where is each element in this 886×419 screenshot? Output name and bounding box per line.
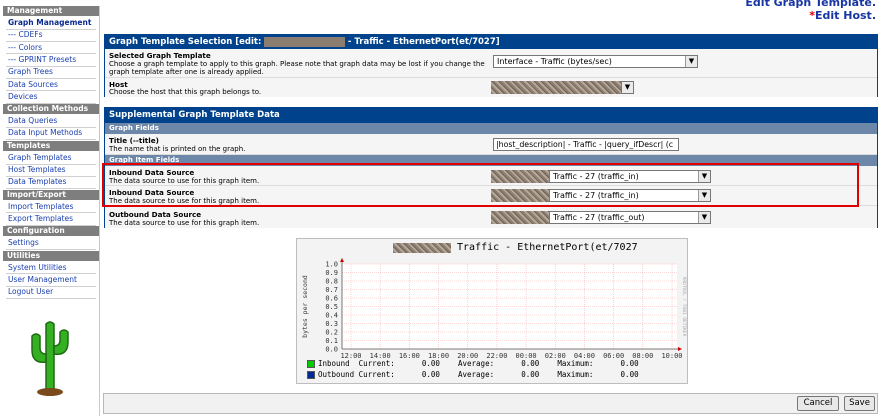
sidebar-divider (6, 297, 96, 299)
sidebar-item-user-management[interactable]: User Management (3, 275, 99, 285)
redacted-host-value (491, 81, 621, 94)
sidebar-item-colors[interactable]: --- Colors (3, 43, 99, 53)
graph-template-panel: Graph Template Selection [edit: XXXXXXXX… (104, 34, 878, 97)
redacted-source-prefix (491, 211, 549, 224)
graph-preview: Traffic - EthernetPort(et/7027 0.0 0.1 0.2… (296, 238, 688, 384)
sidebar-item-data-templates[interactable]: Data Templates (3, 177, 99, 187)
chevron-down-icon: ▼ (685, 56, 697, 67)
outbound-swatch (307, 371, 315, 379)
edit-host-link[interactable]: Edit Host. (815, 9, 876, 22)
sidebar-header: Configuration (3, 226, 99, 237)
cancel-button[interactable]: Cancel (797, 396, 839, 411)
y-axis-label: bytes per second (301, 275, 309, 338)
redacted-hostname: XXXXXXXXXXXX (264, 37, 345, 47)
sidebar-header: Utilities (3, 250, 99, 261)
sidebar-item-graph-templates[interactable]: Graph Templates (3, 153, 99, 163)
form-actions-bar (103, 393, 878, 414)
cactus-logo (31, 321, 69, 396)
sidebar-header: Import/Export (3, 189, 99, 200)
sidebar-header: Management (3, 6, 99, 16)
x-axis-arrow-icon (678, 347, 682, 351)
host-row: Host Choose the host that this graph bel… (105, 78, 877, 97)
x-tick-label: 10:00 (661, 352, 682, 360)
chevron-down-icon: ▼ (698, 212, 710, 223)
panel-title: Graph Template Selection [edit: XXXXXXXX… (105, 35, 877, 49)
sidebar-item-graph-trees[interactable]: Graph Trees (3, 67, 99, 77)
outbound-source-label: Outbound Data Source (109, 210, 202, 219)
title-field-desc: The name that is printed on the graph. (109, 145, 246, 153)
sidebar-item-cdefs[interactable]: --- CDEFs (3, 30, 99, 40)
sidebar-item-data-sources[interactable]: Data Sources (3, 80, 99, 90)
legend-inbound: Inbound Current: 0.00 Average: 0.00 Maxi… (307, 359, 639, 368)
y-tick-label: 0.2 (325, 329, 338, 337)
sidebar-header: Collection Methods (3, 104, 99, 115)
rrdtool-credit: RRDTOOL / TOBI OETIKER (681, 277, 687, 337)
sidebar-item-settings[interactable]: Settings (3, 238, 99, 248)
sidebar-item-data-queries[interactable]: Data Queries (3, 116, 99, 126)
outbound-source-row: Outbound Data Source The data source to … (105, 208, 877, 228)
sidebar-item-system-utilities[interactable]: System Utilities (3, 263, 99, 273)
inbound-swatch (307, 360, 315, 368)
sidebar-item-gprint-presets[interactable]: --- GPRINT Presets (3, 55, 99, 65)
y-axis-arrow-icon (340, 258, 344, 262)
title-field-input[interactable]: |host_description| - Traffic - |query_if… (493, 138, 679, 151)
y-tick-label: 0.4 (325, 312, 338, 320)
host-select[interactable]: ▼ (621, 81, 634, 94)
y-tick-label: 0.7 (325, 286, 338, 294)
y-tick-label: 0.5 (325, 303, 338, 311)
sidebar-item-import-templates[interactable]: Import Templates (3, 202, 99, 212)
y-tick-label: 0.1 (325, 337, 338, 345)
outbound-source-select[interactable]: Traffic - 27 (traffic_out) ▼ (549, 211, 711, 224)
host-desc: Choose the host that this graph belongs … (109, 88, 262, 96)
sidebar-header: Templates (3, 140, 99, 151)
sidebar-item-devices[interactable]: Devices (3, 92, 99, 102)
selected-template-desc2: graph template after one is already appl… (109, 68, 264, 76)
y-tick-label: 0.3 (325, 320, 338, 328)
selected-template-label: Selected Graph Template (109, 51, 211, 60)
outbound-source-desc: The data source to use for this graph it… (109, 219, 260, 227)
sidebar-item-logout-user[interactable]: Logout User (3, 287, 99, 297)
title-field-row: Title (--title) The name that is printed… (105, 134, 877, 155)
selected-template-desc: Choose a graph template to apply to this… (109, 60, 485, 68)
graph-fields-header: Graph Fields (105, 123, 877, 134)
save-button[interactable]: Save (844, 396, 875, 411)
graph-template-select[interactable]: Interface - Traffic (bytes/sec) ▼ (493, 55, 698, 68)
y-tick-label: 1.0 (325, 261, 338, 269)
top-links: Edit Graph Template. *Edit Host. (745, 0, 876, 22)
selected-template-row: Selected Graph Template Choose a graph t… (105, 49, 877, 78)
sidebar-item-export-templates[interactable]: Export Templates (3, 214, 99, 224)
edit-graph-template-link[interactable]: Edit Graph Template. (745, 0, 876, 9)
y-tick-label: 0.6 (325, 295, 338, 303)
y-tick-label: 0.0 (325, 346, 338, 354)
panel-title: Supplemental Graph Template Data (105, 108, 877, 123)
chevron-down-icon: ▼ (622, 82, 633, 93)
y-tick-label: 0.8 (325, 278, 338, 286)
sidebar-item-data-input-methods[interactable]: Data Input Methods (3, 128, 99, 138)
sidebar-item-host-templates[interactable]: Host Templates (3, 165, 99, 175)
highlight-box (102, 163, 859, 207)
y-tick-label: 0.9 (325, 269, 338, 277)
legend-outbound: Outbound Current: 0.00 Average: 0.00 Max… (307, 370, 639, 379)
title-field-label: Title (--title) (109, 136, 159, 145)
sidebar-item-graph-management[interactable]: Graph Management (3, 18, 99, 28)
